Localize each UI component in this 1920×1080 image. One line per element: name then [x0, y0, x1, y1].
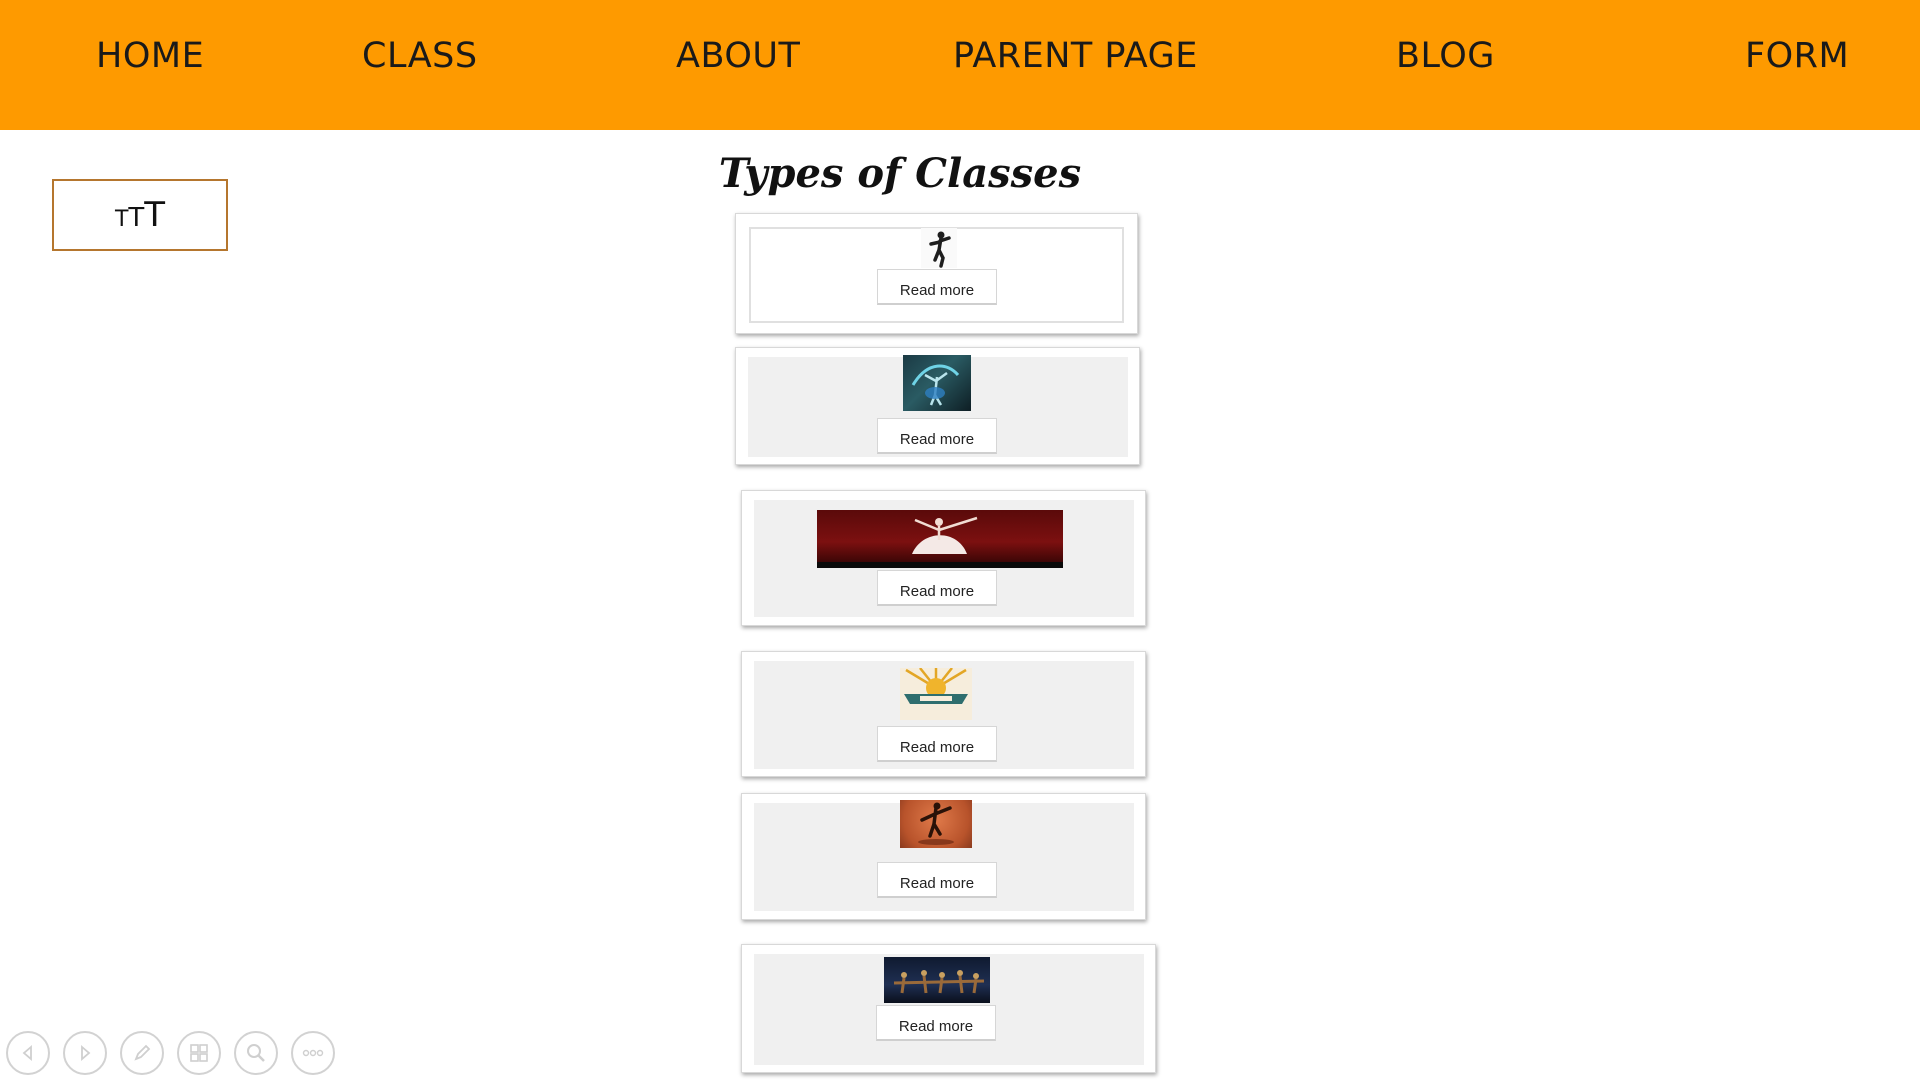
slides-grid-icon[interactable] [177, 1031, 221, 1075]
nav-item-form[interactable]: FORM [1745, 36, 1849, 76]
class-card: Read more [741, 793, 1146, 920]
class-card: Read more [735, 213, 1138, 334]
class-card: Read more [741, 944, 1156, 1073]
class-card: Read more [735, 347, 1140, 465]
section-title: Types of Classes [718, 150, 1082, 197]
dancer-blue-light-thumbnail [903, 355, 971, 411]
top-navigation-bar: HOME CLASS ABOUT PARENT PAGE BLOG FORM [0, 0, 1920, 130]
ballerina-white-dress-thumbnail [817, 510, 1063, 568]
more-options-icon[interactable] [291, 1031, 335, 1075]
read-more-button[interactable]: Read more [877, 726, 997, 762]
previous-arrow-icon[interactable] [6, 1031, 50, 1075]
class-card: Read more [741, 490, 1146, 626]
read-more-button[interactable]: Read more [876, 1005, 996, 1041]
tap-dancing-badge-thumbnail [900, 668, 972, 720]
nav-item-parent-page[interactable]: PARENT PAGE [953, 36, 1198, 76]
dancer-kick-thumbnail [921, 228, 957, 268]
dance-group-stage-thumbnail [884, 957, 990, 1003]
nav-item-home[interactable]: HOME [96, 36, 204, 76]
next-arrow-icon[interactable] [63, 1031, 107, 1075]
zoom-icon[interactable] [234, 1031, 278, 1075]
read-more-button[interactable]: Read more [877, 570, 997, 606]
site-logo[interactable]: T T T [52, 179, 228, 251]
read-more-button[interactable]: Read more [877, 418, 997, 454]
logo-letter-medium: T [128, 203, 145, 233]
class-card: Read more [741, 651, 1146, 777]
logo-letter-large: T [144, 195, 166, 235]
nav-item-class[interactable]: CLASS [362, 36, 478, 76]
read-more-button[interactable]: Read more [877, 269, 997, 305]
nav-item-blog[interactable]: BLOG [1396, 36, 1495, 76]
read-more-button[interactable]: Read more [877, 862, 997, 898]
logo-letter-small: T [114, 207, 129, 232]
logo-text: T T T [115, 195, 165, 235]
dancer-orange-stage-thumbnail [900, 800, 972, 848]
pen-icon[interactable] [120, 1031, 164, 1075]
nav-item-about[interactable]: ABOUT [676, 36, 800, 76]
